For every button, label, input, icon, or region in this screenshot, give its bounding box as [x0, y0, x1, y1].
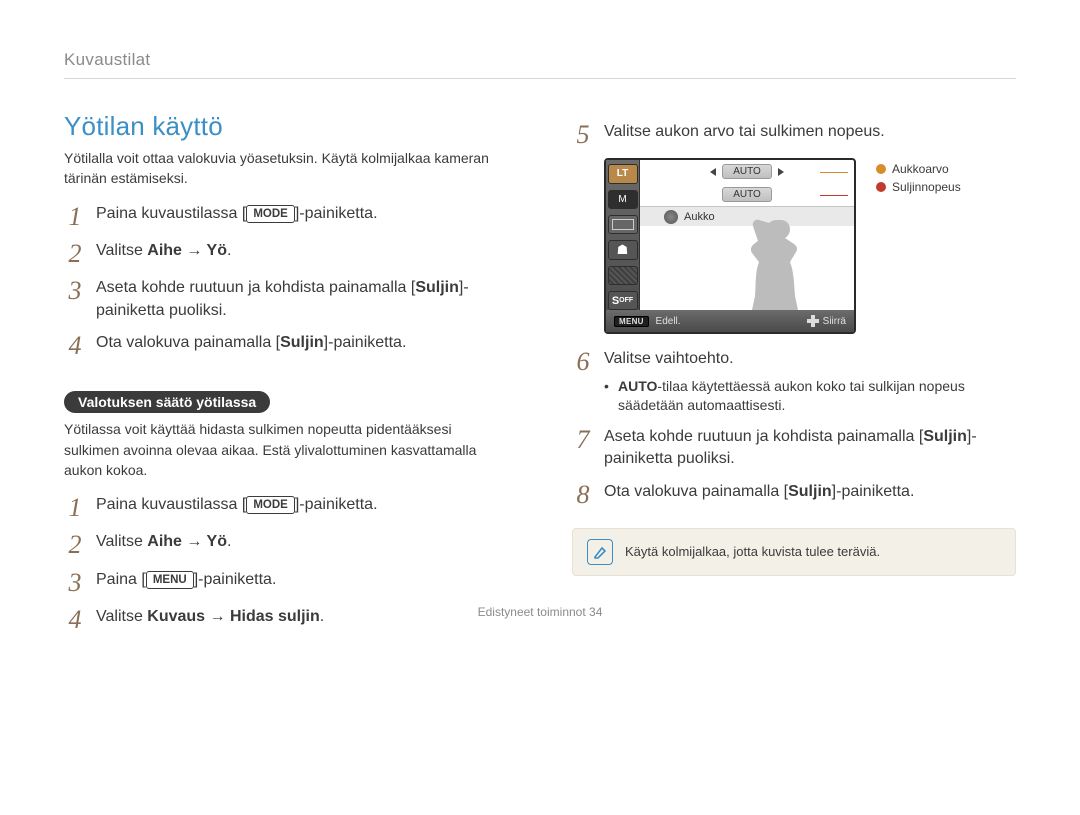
person-silhouette-icon	[734, 212, 812, 310]
step-text: Paina kuvaustilassa [MODE]-painiketta.	[96, 494, 378, 516]
step-number: 2	[64, 531, 86, 558]
step-item: 3 Aseta kohde ruutuun ja kohdista painam…	[64, 277, 508, 322]
swatch-icon	[876, 182, 886, 192]
step-text: Ota valokuva painamalla [Suljin]-painike…	[604, 481, 914, 503]
step-text: Valitse Aihe → Yö.	[96, 240, 231, 262]
step-number: 7	[572, 426, 594, 453]
aperture-dot-icon	[664, 210, 678, 224]
content-columns: Yötilan käyttö Yötilalla voit ottaa valo…	[64, 111, 1016, 643]
step-number: 1	[64, 203, 86, 230]
step-number: 6	[572, 348, 594, 375]
section-header: Kuvaustilat	[64, 50, 1016, 79]
intro-text: Yötilalla voit ottaa valokuvia yöasetuks…	[64, 148, 508, 189]
subsection-intro: Yötilassa voit käyttää hidasta sulkimen …	[64, 419, 508, 480]
menu-badge: MENU	[614, 316, 649, 327]
page-footer: Edistyneet toiminnot 34	[0, 605, 1080, 619]
mode-lt-icon: LT	[608, 164, 638, 183]
mode-key: MODE	[246, 496, 295, 514]
step-text: Paina kuvaustilassa [MODE]-painiketta.	[96, 203, 378, 225]
mode-icon	[608, 266, 638, 285]
note-icon	[587, 539, 613, 565]
dpad-icon	[807, 315, 819, 327]
arrow-right-icon	[778, 168, 784, 176]
note-box: Käytä kolmijalkaa, jotta kuvista tulee t…	[572, 528, 1016, 576]
auto-chip: AUTO	[722, 164, 772, 179]
step-number: 2	[64, 240, 86, 267]
step-text: Paina [MENU]-painiketta.	[96, 569, 276, 591]
steps-list-right-2: 6 Valitse vaihtoehto. AUTO-tilaa käytett…	[572, 348, 1016, 508]
step-text: Ota valokuva painamalla [Suljin]-painike…	[96, 332, 406, 354]
swatch-icon	[876, 164, 886, 174]
lcd-callouts: Aukkoarvo Suljinnopeus	[876, 162, 961, 334]
lcd-figure: LT M ☗ SOFF AUTO	[604, 158, 1016, 334]
right-column: 5 Valitse aukon arvo tai sulkimen nopeus…	[572, 111, 1016, 643]
left-column: Yötilan käyttö Yötilalla voit ottaa valo…	[64, 111, 508, 643]
steps-list-right: 5 Valitse aukon arvo tai sulkimen nopeus…	[572, 121, 1016, 148]
callout-line	[820, 172, 848, 173]
step-text: Aseta kohde ruutuun ja kohdista painamal…	[604, 426, 1016, 471]
mode-s-off-icon: SOFF	[608, 291, 638, 310]
step-item: 4 Ota valokuva painamalla [Suljin]-paini…	[64, 332, 508, 359]
lcd-mode-sidebar: LT M ☗ SOFF	[606, 160, 640, 310]
step-text: Valitse Aihe → Yö.	[96, 531, 231, 553]
step-text: Valitse aukon arvo tai sulkimen nopeus.	[604, 121, 885, 143]
step-number: 8	[572, 481, 594, 508]
step-item: 2 Valitse Aihe → Yö.	[64, 531, 508, 558]
step-number: 4	[64, 332, 86, 359]
arrow-left-icon	[710, 168, 716, 176]
step-number: 3	[64, 569, 86, 596]
mode-m-icon: M	[608, 190, 638, 209]
mode-key: MODE	[246, 205, 295, 223]
menu-key: MENU	[146, 571, 194, 589]
step-item: 5 Valitse aukon arvo tai sulkimen nopeus…	[572, 121, 1016, 148]
note-text: Käytä kolmijalkaa, jotta kuvista tulee t…	[625, 544, 880, 559]
step-item: 6 Valitse vaihtoehto. AUTO-tilaa käytett…	[572, 348, 1016, 416]
lcd-footer: MENU Edell. Siirrä	[606, 310, 854, 332]
callout-shutter: Suljinnopeus	[876, 180, 961, 194]
page-title: Yötilan käyttö	[64, 111, 508, 142]
step-number: 3	[64, 277, 86, 304]
step-bullets: AUTO-tilaa käytettäessä aukon koko tai s…	[604, 377, 1016, 416]
step-item: 3 Paina [MENU]-painiketta.	[64, 569, 508, 596]
callout-line	[820, 195, 848, 196]
step-item: 7 Aseta kohde ruutuun ja kohdista painam…	[572, 426, 1016, 471]
auto-chip: AUTO	[722, 187, 772, 202]
step-item: 2 Valitse Aihe → Yö.	[64, 240, 508, 267]
page: Kuvaustilat Yötilan käyttö Yötilalla voi…	[0, 0, 1080, 643]
lcd-preview	[640, 226, 854, 310]
mode-icon	[608, 215, 638, 234]
callout-aperture: Aukkoarvo	[876, 162, 961, 176]
subsection-pill: Valotuksen säätö yötilassa	[64, 391, 270, 413]
step-number: 5	[572, 121, 594, 148]
mode-icon: ☗	[608, 240, 638, 259]
footer-back-label: Edell.	[656, 316, 681, 327]
step-item: 1 Paina kuvaustilassa [MODE]-painiketta.	[64, 494, 508, 521]
lcd-topbar: AUTO AUTO	[640, 160, 854, 206]
bullet-item: AUTO-tilaa käytettäessä aukon koko tai s…	[604, 377, 1016, 416]
footer-move-label: Siirrä	[823, 316, 846, 327]
camera-lcd: LT M ☗ SOFF AUTO	[604, 158, 856, 334]
step-item: 8 Ota valokuva painamalla [Suljin]-paini…	[572, 481, 1016, 508]
steps-list-1: 1 Paina kuvaustilassa [MODE]-painiketta.…	[64, 203, 508, 360]
step-item: 1 Paina kuvaustilassa [MODE]-painiketta.	[64, 203, 508, 230]
step-text: Aseta kohde ruutuun ja kohdista painamal…	[96, 277, 508, 322]
step-text: Valitse vaihtoehto. AUTO-tilaa käytettäe…	[604, 348, 1016, 416]
step-number: 1	[64, 494, 86, 521]
